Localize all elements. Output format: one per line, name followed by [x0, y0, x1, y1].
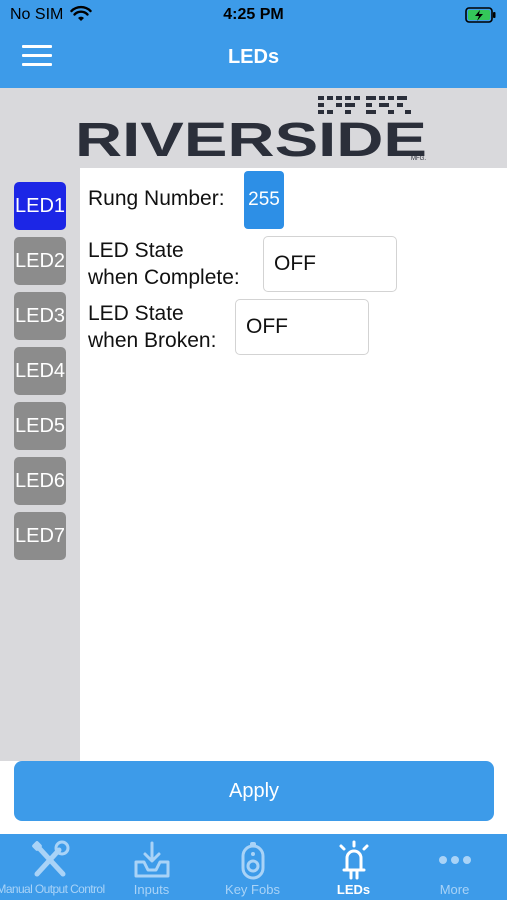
broken-state-label-line2: when Broken: — [88, 329, 217, 352]
tab-bar: Manual Output Control Inputs Key Fobs LE… — [0, 834, 507, 900]
tab-leds[interactable]: LEDs — [303, 834, 404, 900]
inputs-icon — [130, 840, 174, 885]
tab-label-more: More — [439, 882, 470, 897]
logo-suffix: MFG. — [411, 156, 426, 162]
apply-button[interactable]: Apply — [14, 761, 494, 821]
navigation-bar: LEDs — [0, 32, 507, 88]
led-button-5[interactable]: LED5 — [14, 402, 66, 450]
complete-state-field[interactable]: OFF — [263, 236, 397, 292]
led-button-3[interactable]: LED3 — [14, 292, 66, 340]
status-bar: No SIM 4:25 PM — [0, 0, 507, 32]
led-settings-form: Rung Number: 255 LED State when Complete… — [80, 168, 507, 761]
complete-state-label-line1: LED State — [88, 239, 184, 262]
clock: 4:25 PM — [223, 6, 284, 23]
more-icon — [433, 840, 477, 885]
tab-more[interactable]: More — [404, 834, 505, 900]
battery-charging-icon — [465, 5, 497, 30]
led-button-7[interactable]: LED7 — [14, 512, 66, 560]
rung-number-field[interactable]: 255 — [244, 171, 284, 229]
tools-icon — [29, 840, 73, 885]
tab-label-leds: LEDs — [336, 882, 371, 897]
page-title: LEDs — [227, 46, 280, 68]
broken-state-field[interactable]: OFF — [235, 299, 369, 355]
riverside-logo: RIVERSIDE MFG. — [75, 92, 435, 167]
tab-manual-output-control[interactable]: Manual Output Control — [0, 834, 105, 900]
broken-state-label-line1: LED State — [88, 302, 184, 325]
rung-number-label: Rung Number: — [88, 187, 225, 210]
led-button-1[interactable]: LED1 — [14, 182, 66, 230]
key-fob-icon — [231, 840, 275, 885]
tab-label-manual: Manual Output Control — [0, 882, 105, 896]
logo-wordmark: RIVERSIDE — [75, 114, 427, 164]
led-button-6[interactable]: LED6 — [14, 457, 66, 505]
tab-label-key-fobs: Key Fobs — [225, 882, 280, 897]
apply-area: Apply — [0, 761, 507, 833]
complete-state-label-line2: when Complete: — [88, 266, 240, 289]
tab-label-inputs: Inputs — [133, 882, 170, 897]
tab-key-fobs[interactable]: Key Fobs — [202, 834, 303, 900]
led-button-4[interactable]: LED4 — [14, 347, 66, 395]
led-icon — [332, 840, 376, 885]
tab-inputs[interactable]: Inputs — [101, 834, 202, 900]
led-sidebar: LED1 LED2 LED3 LED4 LED5 LED6 LED7 — [0, 168, 80, 761]
led-button-2[interactable]: LED2 — [14, 237, 66, 285]
